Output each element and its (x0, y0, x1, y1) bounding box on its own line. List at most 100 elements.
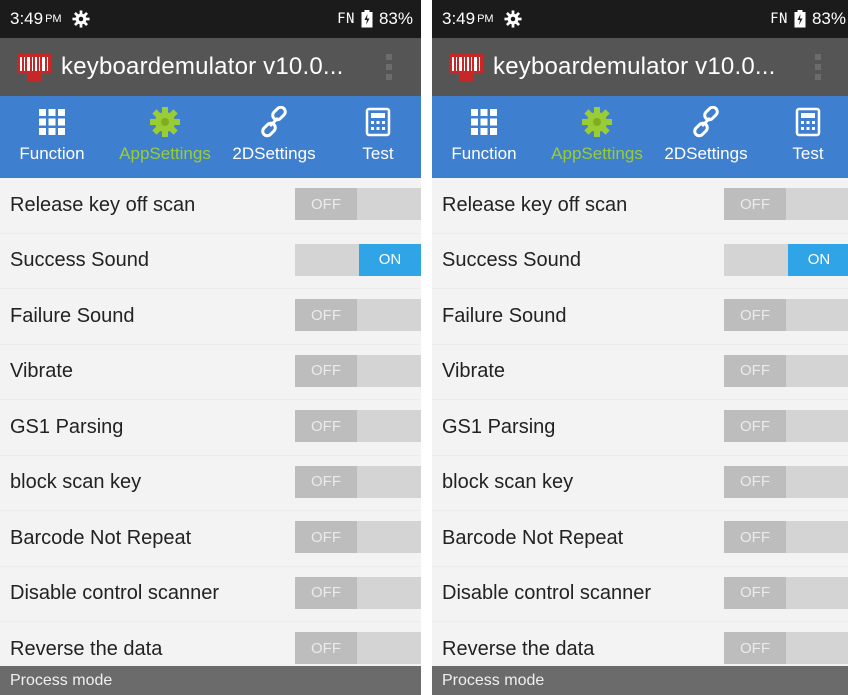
tab-label: 2DSettings (232, 144, 316, 163)
toggle-switch[interactable]: OFF (295, 188, 421, 220)
setting-row-vibrate: Vibrate OFF (0, 345, 421, 400)
gear-icon (150, 107, 180, 137)
grid-icon (39, 109, 65, 135)
setting-label: GS1 Parsing (10, 415, 124, 438)
setting-label: Reverse the data (10, 637, 163, 660)
battery-percent: 83% (811, 9, 846, 28)
fn-indicator: FN (337, 11, 355, 27)
settings-gear-icon (72, 10, 90, 28)
toggle-switch[interactable]: OFF (724, 632, 848, 664)
app-title: keyboardemulator v10.0... (493, 53, 776, 80)
toggle-switch[interactable]: OFF (724, 188, 848, 220)
toggle-state-text: OFF (295, 632, 357, 664)
status-bar: 3:49 PM FN 83% (432, 0, 848, 38)
setting-row-block-scan-key: block scan key OFF (0, 456, 421, 511)
toggle-state-text: OFF (295, 188, 357, 220)
setting-label: Barcode Not Repeat (442, 526, 624, 549)
battery-icon (794, 10, 806, 28)
setting-label: Release key off scan (10, 193, 196, 216)
battery-icon (361, 10, 373, 28)
toggle-switch[interactable]: OFF (295, 354, 421, 387)
settings-gear-icon (504, 10, 522, 28)
status-bar: 3:49 PM FN 83% (0, 0, 421, 38)
screenshot-right: 3:49 PM FN 83% keyboardemulator v10.0...… (432, 0, 848, 695)
toggle-switch[interactable]: OFF (295, 576, 421, 609)
setting-label: Barcode Not Repeat (10, 526, 192, 549)
app-title: keyboardemulator v10.0... (61, 53, 344, 80)
tab-label: Function (451, 144, 517, 163)
overflow-menu-icon[interactable] (814, 52, 822, 82)
toggle-state-text: OFF (295, 521, 357, 553)
toggle-state-text: OFF (724, 465, 786, 498)
tab-2dsettings[interactable]: 2DSettings (224, 96, 324, 178)
setting-row-success-sound: Success Sound ON (432, 234, 848, 289)
status-time: 3:49 (10, 9, 44, 28)
screenshot-left: 3:49 PM FN 83% keyboardemulator v10.0...… (0, 0, 421, 695)
toggle-state-text: OFF (724, 410, 786, 442)
toggle-switch[interactable]: OFF (295, 521, 421, 553)
settings-list: Release key off scan OFF Success Sound O… (432, 178, 848, 678)
toggle-switch[interactable]: OFF (295, 632, 421, 664)
tab-appsettings[interactable]: AppSettings (538, 96, 656, 178)
section-header-process-mode: Process mode (432, 666, 848, 695)
setting-label: Failure Sound (10, 304, 135, 327)
grid-icon (471, 109, 497, 135)
setting-label: Success Sound (442, 249, 581, 272)
toggle-switch[interactable]: OFF (295, 299, 421, 331)
toggle-switch[interactable]: OFF (724, 576, 848, 609)
tab-2dsettings[interactable]: 2DSettings (656, 96, 756, 178)
setting-label: Failure Sound (442, 304, 567, 327)
toggle-switch[interactable]: OFF (724, 410, 848, 442)
toggle-state-text: OFF (724, 354, 786, 387)
tab-label: Function (19, 144, 85, 163)
toggle-state-text: OFF (724, 299, 786, 331)
calculator-icon (795, 107, 821, 137)
setting-label: Success Sound (10, 249, 149, 272)
setting-row-failure-sound: Failure Sound OFF (432, 289, 848, 345)
setting-row-gs1-parsing: GS1 Parsing OFF (432, 400, 848, 456)
tab-bar: Function AppSettings 2DSettings Test (432, 96, 848, 178)
tab-test[interactable]: Test (338, 96, 418, 178)
toggle-state-text: OFF (295, 299, 357, 331)
tab-function[interactable]: Function (0, 96, 104, 178)
setting-row-disable-control-scanner: Disable control scanner OFF (0, 567, 421, 622)
setting-row-gs1-parsing: GS1 Parsing OFF (0, 400, 421, 456)
app-bar: keyboardemulator v10.0... (432, 38, 848, 96)
setting-row-barcode-not-repeat: Barcode Not Repeat OFF (0, 511, 421, 567)
status-time: 3:49 (442, 9, 476, 28)
setting-label: block scan key (442, 471, 574, 494)
section-header-process-mode: Process mode (0, 666, 421, 695)
toggle-switch[interactable]: OFF (724, 299, 848, 331)
status-ampm: PM (477, 13, 494, 25)
setting-row-success-sound: Success Sound ON (0, 234, 421, 289)
toggle-state-text: ON (788, 243, 848, 276)
calculator-icon (365, 107, 391, 137)
toggle-state-text: OFF (724, 632, 786, 664)
setting-label: Release key off scan (442, 193, 628, 216)
toggle-switch[interactable]: OFF (724, 521, 848, 553)
tab-appsettings[interactable]: AppSettings (106, 96, 224, 178)
setting-row-failure-sound: Failure Sound OFF (0, 289, 421, 345)
toggle-switch[interactable]: OFF (295, 465, 421, 498)
fn-indicator: FN (770, 11, 788, 27)
tab-bar: Function AppSettings 2DSettings Test (0, 96, 421, 178)
setting-label: Disable control scanner (10, 582, 219, 605)
toggle-switch[interactable]: ON (724, 243, 848, 276)
setting-row-release-key-off-scan: Release key off scan OFF (0, 178, 421, 234)
overflow-menu-icon[interactable] (385, 52, 393, 82)
toggle-switch[interactable]: ON (295, 243, 421, 276)
toggle-state-text: OFF (295, 354, 357, 387)
app-bar: keyboardemulator v10.0... (0, 38, 421, 96)
toggle-state-text: OFF (724, 521, 786, 553)
toggle-switch[interactable]: OFF (724, 354, 848, 387)
tab-test[interactable]: Test (768, 96, 848, 178)
toggle-switch[interactable]: OFF (724, 465, 848, 498)
toggle-switch[interactable]: OFF (295, 410, 421, 442)
tab-function[interactable]: Function (432, 96, 536, 178)
toggle-state-text: OFF (724, 576, 786, 609)
setting-label: GS1 Parsing (442, 415, 556, 438)
tab-label: 2DSettings (664, 144, 748, 163)
toggle-state-text: OFF (724, 188, 786, 220)
gear-icon (582, 107, 612, 137)
barcode-scanner-icon (449, 54, 483, 81)
